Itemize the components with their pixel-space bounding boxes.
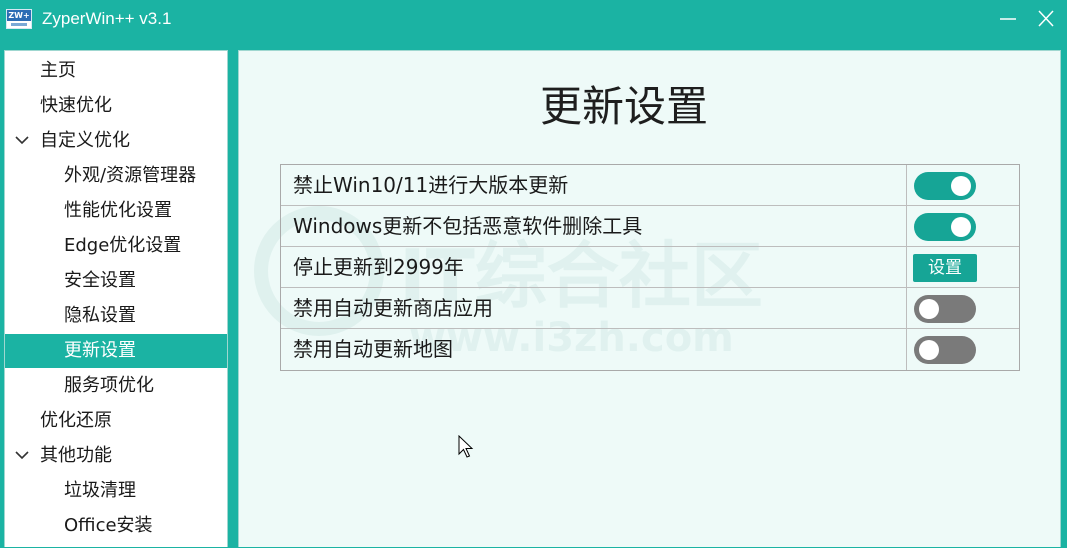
toggle-knob [951,217,971,237]
sidebar-item-label: Office安装 [64,515,153,536]
sidebar-item[interactable]: 优化还原 [5,404,227,438]
sidebar-item-label: 更新设置 [64,340,136,361]
sidebar-item[interactable]: 更新设置 [5,334,227,368]
close-button[interactable] [1032,6,1060,32]
column-divider [906,165,907,206]
toggle-knob [919,299,939,319]
sidebar-item[interactable]: 隐私设置 [5,299,227,333]
sidebar-item-label: 服务项优化 [64,375,154,396]
sidebar-item-label: 隐私设置 [64,305,136,326]
sidebar-item-label: Edge优化设置 [64,235,182,256]
column-divider [906,288,907,329]
close-icon [1038,10,1054,27]
column-divider [906,247,907,288]
chevron-down-icon[interactable] [15,135,29,145]
sidebar-item[interactable]: 其他功能 [5,439,227,473]
sidebar-item[interactable]: Edge优化设置 [5,229,227,263]
column-divider [906,206,907,247]
title-bar: ZW+ ZyperWin++ v3.1 [0,0,1067,38]
setting-row: 禁止Win10/11进行大版本更新 [281,165,1019,206]
settings-table: 禁止Win10/11进行大版本更新 Windows更新不包括恶意软件删除工具 停止更… [280,164,1020,371]
setting-label: 禁用自动更新商店应用 [293,296,493,320]
sidebar-item-label: 优化还原 [40,410,112,431]
setting-row: 禁用自动更新地图 [281,329,1019,370]
window-title: ZyperWin++ v3.1 [42,9,172,28]
sidebar-item[interactable]: 自定义优化 [5,124,227,158]
sidebar-item[interactable]: 垃圾清理 [5,474,227,508]
setting-label: Windows更新不包括恶意软件删除工具 [293,214,643,238]
sidebar-item[interactable]: 性能优化设置 [5,194,227,228]
app-window: ZW+ ZyperWin++ v3.1 主页快速优化自定义优化外观/资源管理器性… [0,0,1067,547]
setting-row: 禁用自动更新商店应用 [281,288,1019,329]
sidebar-item-label: 垃圾清理 [64,480,136,501]
sidebar-item-label: 其他功能 [40,445,112,466]
app-logo-icon: ZW+ [6,9,32,29]
sidebar-item[interactable]: 外观/资源管理器 [5,159,227,193]
setting-toggle[interactable] [914,295,976,323]
sidebar-item[interactable]: 服务项优化 [5,369,227,403]
sidebar-item-label: 安全设置 [64,270,136,291]
minimize-icon [1000,18,1016,20]
sidebar-item-label: 性能优化设置 [64,200,172,221]
setting-row: Windows更新不包括恶意软件删除工具 [281,206,1019,247]
sidebar-nav: 主页快速优化自定义优化外观/资源管理器 性能优化设置 Edge优化设置 安全设置隐私设… [4,50,228,547]
sidebar-item-label: 外观/资源管理器 [64,165,197,186]
sidebar-item-label: 主页 [40,60,76,81]
page-title: 更新设置 [539,82,708,131]
setting-row: 停止更新到2999年 设置 [281,247,1019,288]
sidebar-item-label: 自定义优化 [40,130,130,151]
minimize-button[interactable] [994,6,1022,32]
main-panel: IT综合社区 www.i3zh.com 更新设置 禁止Win10/11进行大版本… [238,50,1061,547]
sidebar-item[interactable]: 快速优化 [5,89,227,123]
setting-toggle[interactable] [914,336,976,364]
sidebar-item[interactable]: 安全设置 [5,264,227,298]
setting-toggle[interactable] [914,172,976,200]
settings-button[interactable]: 设置 [913,254,977,282]
setting-label: 禁止Win10/11进行大版本更新 [293,173,569,197]
column-divider [906,329,907,370]
sidebar-item[interactable]: 主页 [5,54,227,88]
app-logo-text: ZW+ [7,10,31,21]
chevron-down-icon[interactable] [15,450,29,460]
setting-label: 禁用自动更新地图 [293,337,453,361]
setting-label: 停止更新到2999年 [293,255,464,279]
sidebar-item-label: 快速优化 [40,95,112,116]
sidebar-item[interactable]: Office安装 [5,509,227,543]
toggle-knob [951,176,971,196]
setting-toggle[interactable] [914,213,976,241]
toggle-knob [919,340,939,360]
